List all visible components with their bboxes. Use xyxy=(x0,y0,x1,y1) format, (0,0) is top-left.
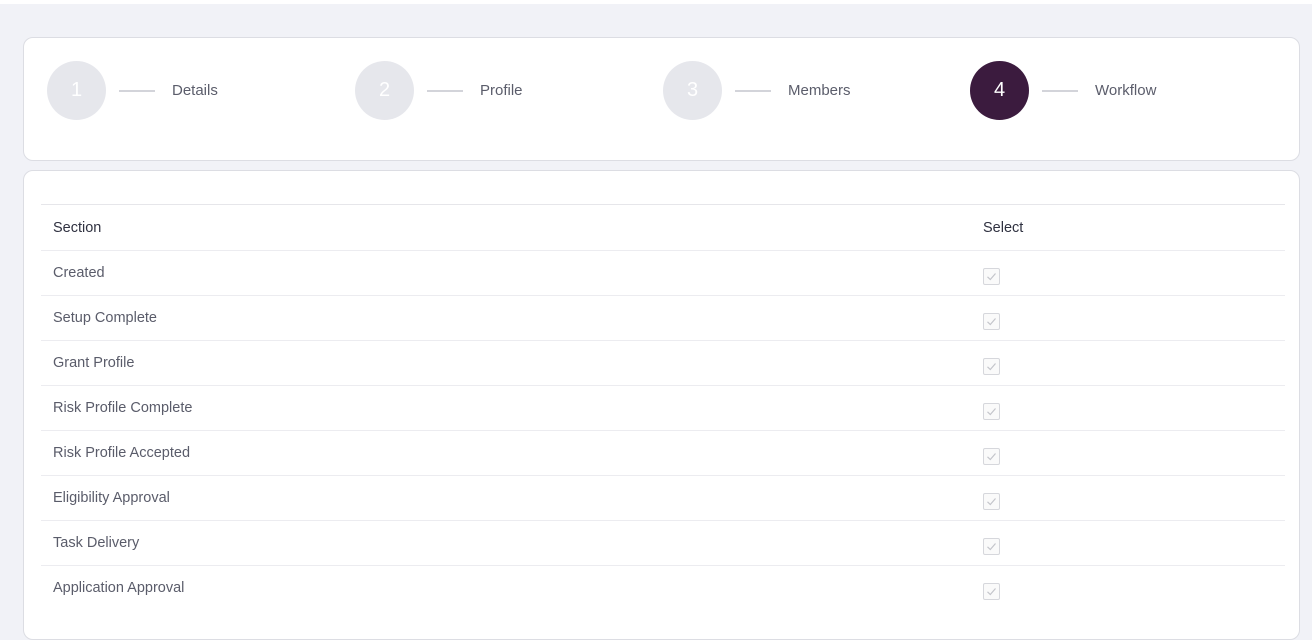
table-row: Task Delivery xyxy=(41,520,1285,565)
checkmark-icon xyxy=(987,497,996,505)
checkmark-icon xyxy=(987,452,996,460)
step-number-circle: 2 xyxy=(355,61,414,120)
select-cell xyxy=(983,262,1000,285)
step-workflow[interactable]: 4 Workflow xyxy=(970,61,1156,120)
step-connector xyxy=(735,89,771,92)
column-header-section: Section xyxy=(53,219,102,236)
step-profile[interactable]: 2 Profile xyxy=(355,61,523,120)
step-label: Profile xyxy=(480,82,523,99)
table-row: Eligibility Approval xyxy=(41,475,1285,520)
table-row: Application Approval xyxy=(41,565,1285,610)
section-name: Eligibility Approval xyxy=(53,490,170,506)
select-checkbox[interactable] xyxy=(983,537,1000,555)
step-label: Workflow xyxy=(1095,82,1157,99)
section-name: Risk Profile Complete xyxy=(53,400,193,416)
workflow-stepper: 1 Details 2 Profile 3 Members 4 Workflow xyxy=(23,37,1300,161)
table-header-row: Section Select xyxy=(41,204,1285,250)
step-details[interactable]: 1 Details xyxy=(47,61,218,120)
step-number-circle: 4 xyxy=(970,61,1029,120)
section-name: Risk Profile Accepted xyxy=(53,445,191,461)
table-row: Setup Complete xyxy=(41,295,1285,340)
checkmark-icon xyxy=(987,542,996,550)
table-row: Risk Profile Complete xyxy=(41,385,1285,430)
checkmark-icon xyxy=(987,407,996,415)
select-cell xyxy=(983,352,1000,375)
column-header-select: Select xyxy=(983,219,1024,236)
section-name: Setup Complete xyxy=(53,310,157,326)
step-connector xyxy=(427,89,463,92)
select-cell xyxy=(983,532,1000,555)
table-row: Created xyxy=(41,250,1285,295)
select-checkbox[interactable] xyxy=(983,447,1000,465)
section-name: Created xyxy=(53,265,105,281)
select-checkbox[interactable] xyxy=(983,402,1000,420)
select-checkbox[interactable] xyxy=(983,357,1000,375)
checkmark-icon xyxy=(987,362,996,370)
step-label: Details xyxy=(172,82,218,99)
table-body: Created Setup Complete Grant Profile Risk P… xyxy=(41,250,1285,610)
section-name: Application Approval xyxy=(53,580,185,596)
workflow-table-card: Section Select Created Setup Complete Gran… xyxy=(23,170,1300,640)
section-name: Grant Profile xyxy=(53,355,135,371)
select-checkbox[interactable] xyxy=(983,492,1000,510)
checkmark-icon xyxy=(987,272,996,280)
step-number-circle: 3 xyxy=(663,61,722,120)
select-cell xyxy=(983,577,1000,600)
select-cell xyxy=(983,442,1000,465)
select-cell xyxy=(983,487,1000,510)
table-row: Risk Profile Accepted xyxy=(41,430,1285,475)
section-name: Task Delivery xyxy=(53,535,140,551)
checkmark-icon xyxy=(987,317,996,325)
select-checkbox[interactable] xyxy=(983,582,1000,600)
step-label: Members xyxy=(788,82,851,99)
step-connector xyxy=(1042,89,1078,92)
top-bar xyxy=(0,0,1312,4)
workflow-table: Section Select Created Setup Complete Gran… xyxy=(41,204,1285,610)
step-connector xyxy=(119,89,155,92)
select-checkbox[interactable] xyxy=(983,312,1000,330)
select-cell xyxy=(983,397,1000,420)
step-number-circle: 1 xyxy=(47,61,106,120)
table-row: Grant Profile xyxy=(41,340,1285,385)
select-cell xyxy=(983,307,1000,330)
checkmark-icon xyxy=(987,587,996,595)
step-members[interactable]: 3 Members xyxy=(663,61,851,120)
select-checkbox[interactable] xyxy=(983,267,1000,285)
